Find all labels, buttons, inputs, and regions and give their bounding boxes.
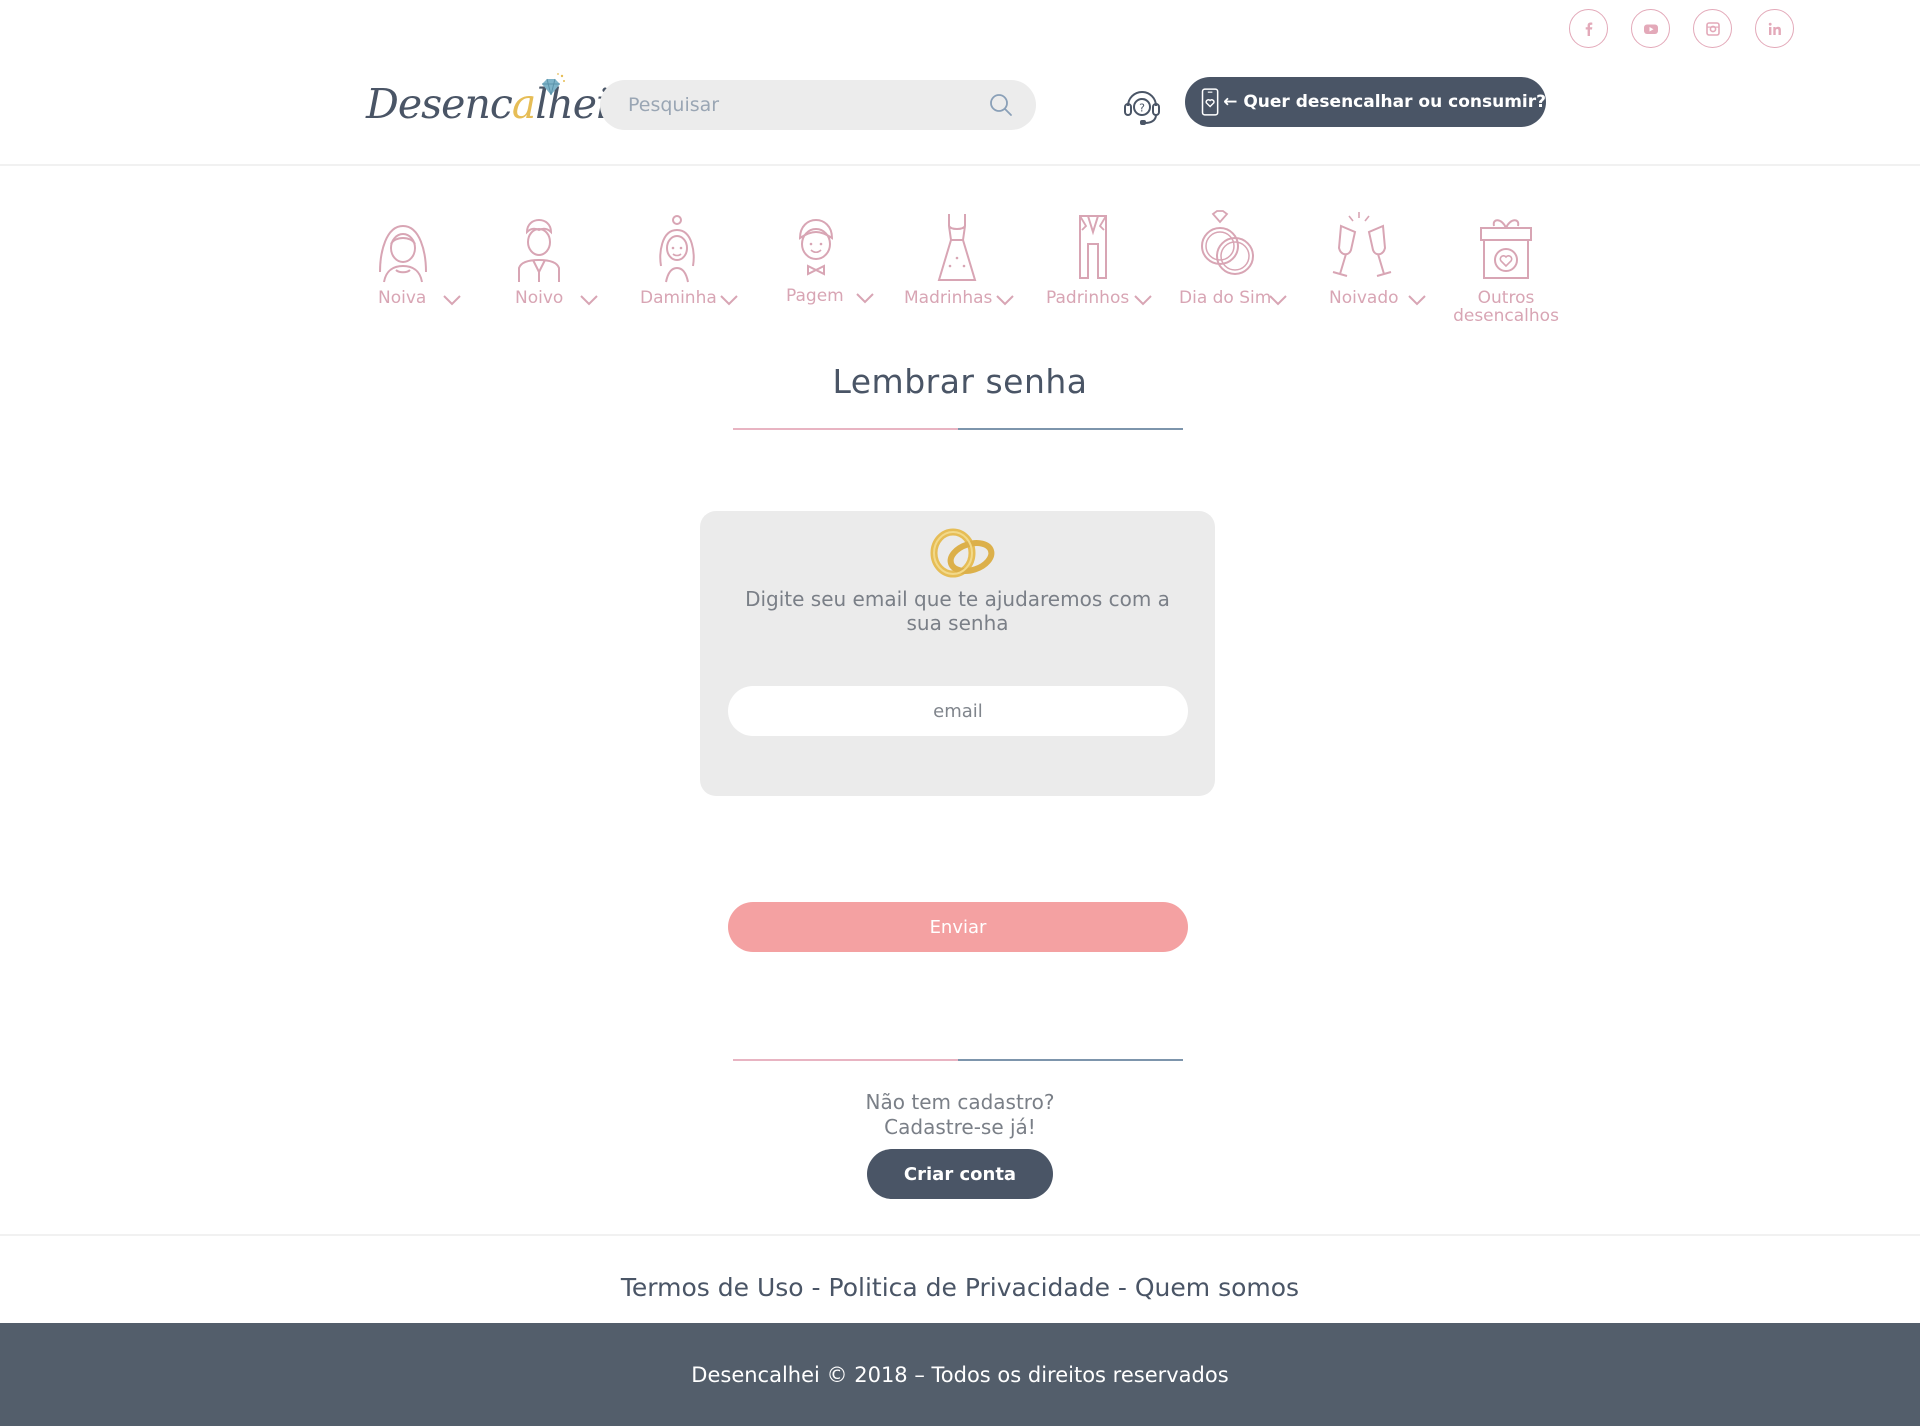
suit-icon [1079, 215, 1107, 279]
gift-icon [1480, 219, 1532, 279]
send-button[interactable]: Enviar [728, 902, 1188, 952]
email-field[interactable] [728, 686, 1188, 736]
page-boy-icon [798, 218, 834, 276]
cta-label: ← Quer desencalhar ou consumir? [1223, 92, 1546, 112]
chevron-down-icon [580, 295, 598, 306]
search-icon[interactable] [988, 92, 1014, 118]
create-account-button[interactable]: Criar conta [867, 1149, 1053, 1199]
youtube-icon[interactable] [1631, 9, 1670, 48]
brand-logo[interactable]: Desencalhei [366, 72, 609, 140]
gold-rings-icon [930, 528, 995, 578]
header-divider [0, 164, 1920, 166]
terms-link[interactable]: Termos de Uso [621, 1273, 804, 1302]
reset-password-card: Digite seu email que te ajudaremos com a… [700, 511, 1215, 796]
chevron-down-icon [1269, 295, 1287, 306]
title-divider [733, 428, 1183, 430]
signup-divider [733, 1059, 1183, 1061]
sell-or-buy-button[interactable]: ← Quer desencalhar ou consumir? [1185, 77, 1546, 127]
footer-links: Termos de Uso - Politica de Privacidade … [620, 1273, 1300, 1302]
page-title: Lembrar senha [832, 362, 1088, 401]
chevron-down-icon [720, 295, 738, 306]
chevron-down-icon [1134, 295, 1152, 306]
facebook-icon[interactable] [1569, 9, 1608, 48]
instagram-icon[interactable] [1693, 9, 1732, 48]
headset-icon[interactable]: ? [1121, 84, 1163, 126]
signup-prompt: Não tem cadastro? Cadastre-se já! [865, 1090, 1055, 1139]
search-bar [600, 80, 1036, 130]
svg-text:?: ? [1139, 102, 1145, 115]
footer-divider [0, 1234, 1920, 1236]
champagne-icon [1332, 212, 1392, 277]
chevron-down-icon [443, 295, 461, 306]
chevron-down-icon [996, 295, 1014, 306]
groom-icon [518, 218, 560, 282]
linkedin-icon[interactable] [1755, 9, 1794, 48]
about-link[interactable]: Quem somos [1135, 1273, 1299, 1302]
category-menu: Noiva Noivo Daminha Pagem Madrinhas Padr… [0, 210, 1920, 330]
instruction-text: Digite seu email que te ajudaremos com a… [745, 587, 1170, 635]
phone-heart-icon [1201, 88, 1219, 116]
logo-text: Desencalhei [366, 80, 609, 128]
diamond-icon [542, 73, 565, 96]
flower-girl-icon [659, 215, 695, 283]
search-input[interactable] [628, 94, 988, 116]
dress-icon [937, 214, 977, 281]
footer-bar: Desencalhei © 2018 – Todos os direitos r… [0, 1323, 1920, 1426]
copyright-text: Desencalhei © 2018 – Todos os direitos r… [691, 1362, 1229, 1387]
rings-icon [1201, 210, 1254, 275]
social-links [1569, 9, 1794, 48]
privacy-link[interactable]: Politica de Privacidade [829, 1273, 1110, 1302]
bride-icon [379, 224, 427, 283]
chevron-down-icon [1408, 295, 1426, 306]
chevron-down-icon [856, 293, 874, 304]
